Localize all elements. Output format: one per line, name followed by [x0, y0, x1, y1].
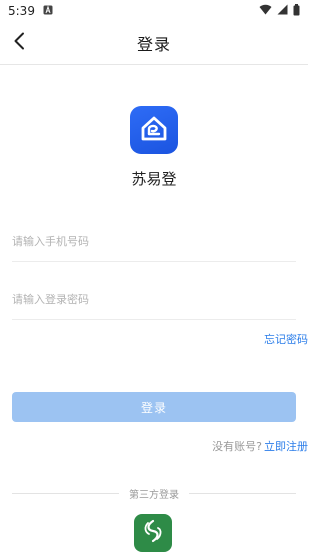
- header-divider: [0, 64, 308, 65]
- wifi-icon: [259, 4, 272, 18]
- no-account-text: 没有账号?: [212, 440, 262, 453]
- divider-line-right: [189, 492, 296, 494]
- notification-a-icon: [43, 4, 53, 18]
- phone-row: [12, 222, 296, 262]
- status-time: 5:39: [8, 4, 35, 18]
- green-leaf-logo-icon: [140, 518, 166, 548]
- forgot-password-link[interactable]: 忘记密码: [264, 331, 308, 347]
- back-button[interactable]: [6, 30, 32, 56]
- house-logo-icon: [138, 112, 170, 148]
- third-party-label: 第三方登录: [129, 489, 179, 501]
- third-party-divider: 第三方登录: [12, 486, 296, 501]
- password-input[interactable]: [12, 280, 296, 319]
- app-name: 苏易登: [131, 170, 177, 188]
- phone-input[interactable]: [12, 222, 296, 261]
- status-bar: 5:39: [0, 0, 308, 22]
- register-link[interactable]: 立即注册: [264, 438, 308, 454]
- chevron-left-icon: [13, 32, 25, 54]
- register-row: 没有账号? 立即注册: [212, 438, 308, 454]
- status-right: [259, 3, 300, 19]
- divider-line-left: [12, 492, 119, 494]
- login-button[interactable]: 登录: [12, 392, 296, 422]
- third-party-login-button[interactable]: [134, 514, 172, 552]
- battery-icon: [293, 3, 300, 19]
- app-logo: [130, 106, 178, 154]
- signal-icon: [277, 4, 288, 18]
- password-row: [12, 280, 296, 320]
- status-left: 5:39: [8, 4, 53, 18]
- header: 登录: [0, 22, 308, 64]
- page-title: 登录: [136, 35, 171, 54]
